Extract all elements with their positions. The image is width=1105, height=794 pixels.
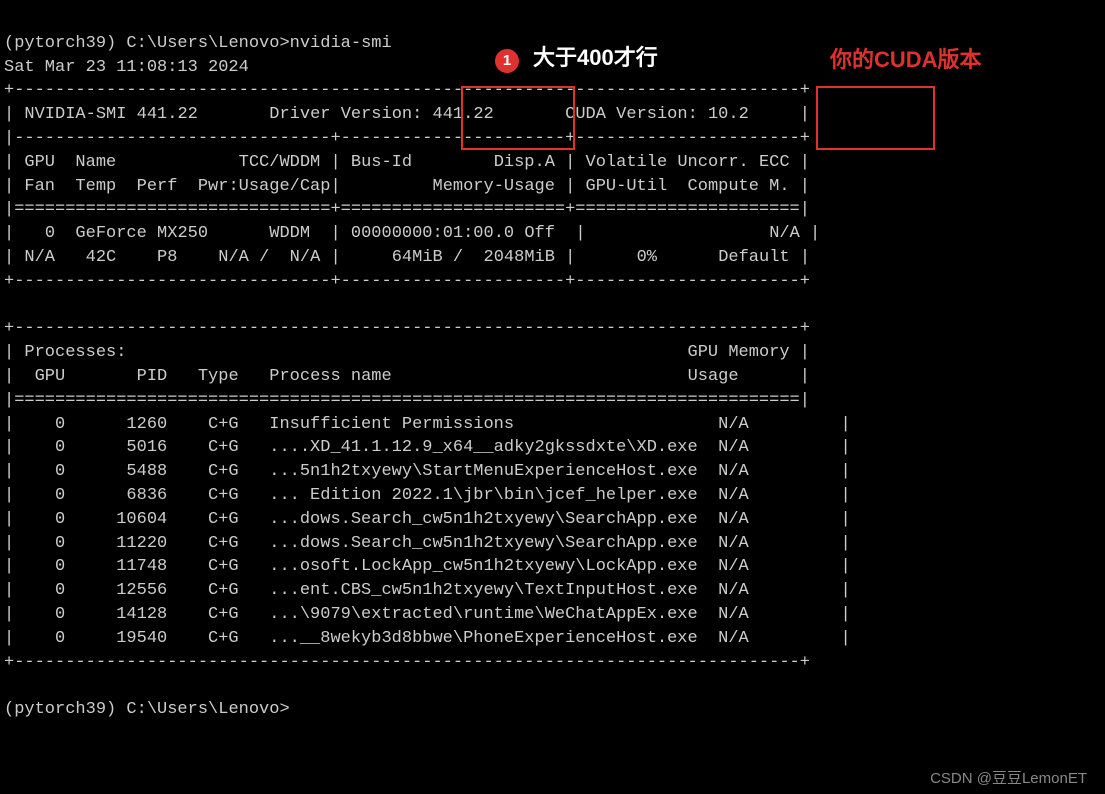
pwr: N/A / N/A [218, 248, 320, 267]
col-header-3b: GPU-Util Compute M. [586, 177, 790, 196]
cuda-version: 10.2 [708, 105, 749, 124]
proc-gpu-header: GPU [35, 367, 66, 386]
perf: P8 [157, 248, 177, 267]
proc-type-header: Type [198, 367, 239, 386]
col-header-3: Volatile Uncorr. ECC [586, 153, 790, 172]
prompt-line-2[interactable]: (pytorch39) C:\Users\Lenovo> [4, 700, 290, 719]
watermark: CSDN @豆豆LemonET [930, 767, 1087, 788]
driver-label: Driver Version: [269, 105, 422, 124]
col-header-2: Bus-Id Disp.A [351, 153, 555, 172]
proc-usage-header: Usage [688, 367, 739, 386]
gpu-mode: WDDM [269, 224, 310, 243]
timestamp: Sat Mar 23 11:08:13 2024 [4, 58, 249, 77]
fan: N/A [24, 248, 55, 267]
cuda-label: CUDA Version: [565, 105, 698, 124]
processes-title: Processes: [24, 343, 126, 362]
annotation-2: 你的CUDA版本 [830, 42, 982, 74]
terminal-output: (pytorch39) C:\Users\Lenovo>nvidia-smi S… [0, 0, 1105, 730]
col-header-1: GPU Name TCC/WDDM [14, 153, 320, 172]
smi-version: 441.22 [137, 105, 198, 124]
memory-usage: 64MiB / 2048MiB [392, 248, 555, 267]
prompt-line: (pytorch39) C:\Users\Lenovo>nvidia-smi [4, 34, 392, 53]
gpu-util: 0% [637, 248, 657, 267]
col-header-2b: Memory-Usage [433, 177, 555, 196]
note-1-text: 大于400才行 [527, 45, 664, 70]
ecc: N/A [769, 224, 800, 243]
driver-version: 441.22 [433, 105, 494, 124]
annotation-1: 1 大于400才行 [495, 40, 664, 73]
badge-1: 1 [495, 49, 519, 73]
compute-m: Default [718, 248, 789, 267]
temp: 42C [86, 248, 117, 267]
bus-id: 00000000:01:00.0 [351, 224, 514, 243]
gpu-index: 0 [45, 224, 55, 243]
proc-name-header: Process name [269, 367, 391, 386]
proc-pid-header: PID [137, 367, 168, 386]
smi-label: NVIDIA-SMI [24, 105, 126, 124]
col-header-1b: Fan Temp Perf Pwr:Usage/Cap [14, 177, 330, 196]
disp-a: Off [524, 224, 555, 243]
proc-mem-header: GPU Memory [688, 343, 790, 362]
gpu-name: GeForce MX250 [75, 224, 208, 243]
